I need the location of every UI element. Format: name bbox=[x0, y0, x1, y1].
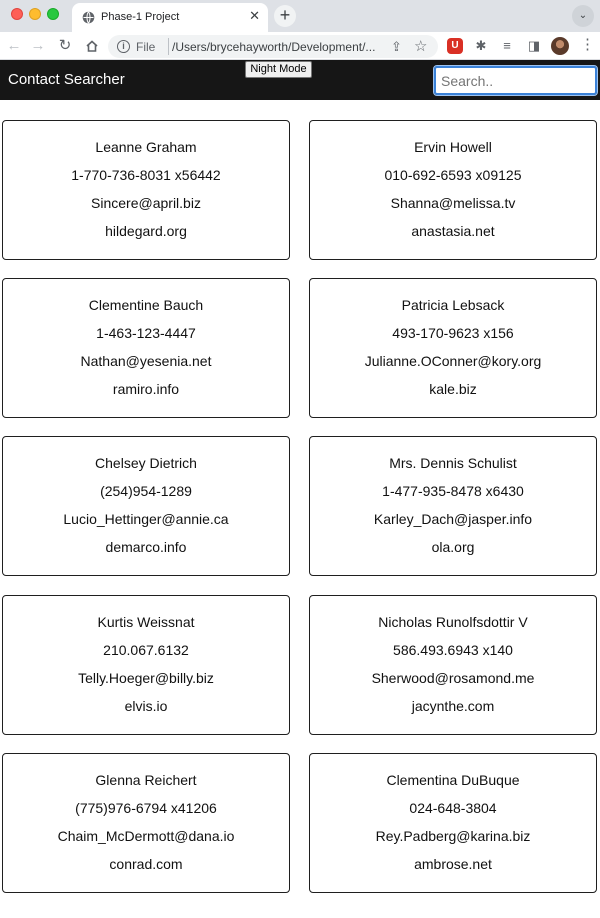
globe-icon bbox=[82, 11, 95, 24]
reload-icon: ↻ bbox=[58, 37, 72, 54]
night-mode-button[interactable]: Night Mode bbox=[245, 61, 312, 78]
contact-phone: 493-170-9623 x156 bbox=[392, 325, 514, 341]
contact-card: Clementine Bauch 1-463-123-4447 Nathan@yes… bbox=[2, 278, 290, 418]
contact-phone: 1-477-935-8478 x6430 bbox=[382, 483, 524, 499]
contact-name: Kurtis Weissnat bbox=[97, 614, 195, 630]
contact-card: Glenna Reichert (775)976-6794 x41206 Chaim… bbox=[2, 753, 290, 893]
contact-name: Patricia Lebsack bbox=[401, 297, 505, 313]
home-button[interactable] bbox=[82, 36, 102, 56]
browser-toolbar: ← → ↻ i File /Users/brycehayworth/Develo… bbox=[0, 32, 600, 60]
contact-email: Telly.Hoeger@billy.biz bbox=[78, 670, 214, 686]
minimize-window-button[interactable] bbox=[29, 8, 41, 20]
info-icon[interactable]: i bbox=[117, 40, 130, 53]
tab-close-icon[interactable]: ✕ bbox=[249, 8, 260, 24]
contact-name: Clementina DuBuque bbox=[386, 772, 520, 788]
contact-website: conrad.com bbox=[109, 856, 183, 872]
back-button[interactable]: ← bbox=[4, 36, 24, 56]
contact-card: Mrs. Dennis Schulist 1-477-935-8478 x6430… bbox=[309, 436, 597, 576]
scheme-label: File bbox=[136, 40, 156, 54]
zoom-window-button[interactable] bbox=[47, 8, 59, 20]
contact-phone: 1-770-736-8031 x56442 bbox=[71, 167, 221, 183]
contact-phone: 210.067.6132 bbox=[103, 642, 189, 658]
contact-email: Sherwood@rosamond.me bbox=[371, 670, 535, 686]
contact-website: ambrose.net bbox=[414, 856, 492, 872]
contact-name: Chelsey Dietrich bbox=[95, 455, 197, 471]
contact-name: Clementine Bauch bbox=[88, 297, 204, 313]
page-title: Contact Searcher bbox=[8, 71, 125, 88]
contact-card: Clementina DuBuque 024-648-3804 Rey.Padber… bbox=[309, 753, 597, 893]
ublock-icon[interactable]: U bbox=[447, 38, 463, 54]
contact-name: Mrs. Dennis Schulist bbox=[389, 455, 517, 471]
arrow-right-icon: → bbox=[30, 37, 46, 54]
contact-website: jacynthe.com bbox=[411, 698, 495, 714]
contact-card: Nicholas Runolfsdottir V 586.493.6943 x14… bbox=[309, 595, 597, 735]
contact-name: Leanne Graham bbox=[95, 139, 197, 155]
close-window-button[interactable] bbox=[11, 8, 23, 20]
contact-name: Glenna Reichert bbox=[95, 772, 197, 788]
contact-card: Patricia Lebsack 493-170-9623 x156 Juliann… bbox=[309, 278, 597, 418]
share-icon[interactable]: ⇪ bbox=[391, 39, 402, 55]
contact-email: Shanna@melissa.tv bbox=[390, 195, 516, 211]
contact-name: Nicholas Runolfsdottir V bbox=[378, 614, 528, 630]
contact-phone: (254)954-1289 bbox=[100, 483, 192, 499]
contact-email: Julianne.OConner@kory.org bbox=[364, 353, 542, 369]
search-input[interactable] bbox=[433, 65, 598, 96]
contact-website: ramiro.info bbox=[112, 381, 180, 397]
contact-website: ola.org bbox=[431, 539, 475, 555]
tab-title: Phase-1 Project bbox=[101, 11, 180, 23]
contact-email: Sincere@april.biz bbox=[91, 195, 201, 211]
new-tab-button[interactable]: + bbox=[274, 5, 296, 27]
browser-tabstrip: Phase-1 Project ✕ + ⌄ bbox=[0, 0, 600, 32]
contact-website: demarco.info bbox=[105, 539, 187, 555]
chevron-down-icon: ⌄ bbox=[578, 10, 588, 21]
contact-phone: 586.493.6943 x140 bbox=[393, 642, 513, 658]
contact-phone: 024-648-3804 bbox=[409, 800, 497, 816]
contact-email: Nathan@yesenia.net bbox=[80, 353, 212, 369]
contact-card: Chelsey Dietrich (254)954-1289 Lucio_Hetti… bbox=[2, 436, 290, 576]
tab-search-button[interactable]: ⌄ bbox=[572, 5, 594, 27]
avatar[interactable] bbox=[551, 37, 569, 55]
contact-website: kale.biz bbox=[429, 381, 477, 397]
contact-website: hildegard.org bbox=[105, 223, 187, 239]
url-text[interactable]: /Users/brycehayworth/Development/... bbox=[172, 40, 388, 54]
address-bar[interactable]: i File /Users/brycehayworth/Development/… bbox=[108, 35, 438, 58]
contact-email: Rey.Padberg@karina.biz bbox=[375, 828, 531, 844]
contact-phone: 1-463-123-4447 bbox=[96, 325, 196, 341]
arrow-left-icon: ← bbox=[6, 37, 22, 54]
contact-card: Leanne Graham 1-770-736-8031 x56442 Sincer… bbox=[2, 120, 290, 260]
star-icon[interactable]: ☆ bbox=[414, 37, 427, 55]
omnibox-divider bbox=[168, 38, 169, 55]
contact-card: Kurtis Weissnat 210.067.6132 Telly.Hoeger@… bbox=[2, 595, 290, 735]
contact-email: Lucio_Hettinger@annie.ca bbox=[63, 511, 229, 527]
contact-email: Chaim_McDermott@dana.io bbox=[57, 828, 235, 844]
reload-button[interactable]: ↻ bbox=[55, 36, 75, 56]
contact-card: Ervin Howell 010-692-6593 x09125 Shanna@me… bbox=[309, 120, 597, 260]
contact-email: Karley_Dach@jasper.info bbox=[373, 511, 533, 527]
contact-website: anastasia.net bbox=[411, 223, 495, 239]
puzzle-icon[interactable]: ✱ bbox=[473, 38, 489, 54]
forward-button[interactable]: → bbox=[28, 36, 48, 56]
contact-phone: 010-692-6593 x09125 bbox=[384, 167, 522, 183]
side-panel-icon[interactable]: ◨ bbox=[526, 38, 542, 54]
media-control-icon[interactable]: ≡ bbox=[499, 38, 515, 54]
kebab-menu-icon[interactable]: ⋮ bbox=[580, 37, 595, 55]
contact-website: elvis.io bbox=[124, 698, 168, 714]
contact-phone: (775)976-6794 x41206 bbox=[75, 800, 217, 816]
home-icon bbox=[86, 40, 98, 52]
contact-name: Ervin Howell bbox=[414, 139, 492, 155]
browser-tab[interactable]: Phase-1 Project ✕ bbox=[72, 3, 268, 32]
